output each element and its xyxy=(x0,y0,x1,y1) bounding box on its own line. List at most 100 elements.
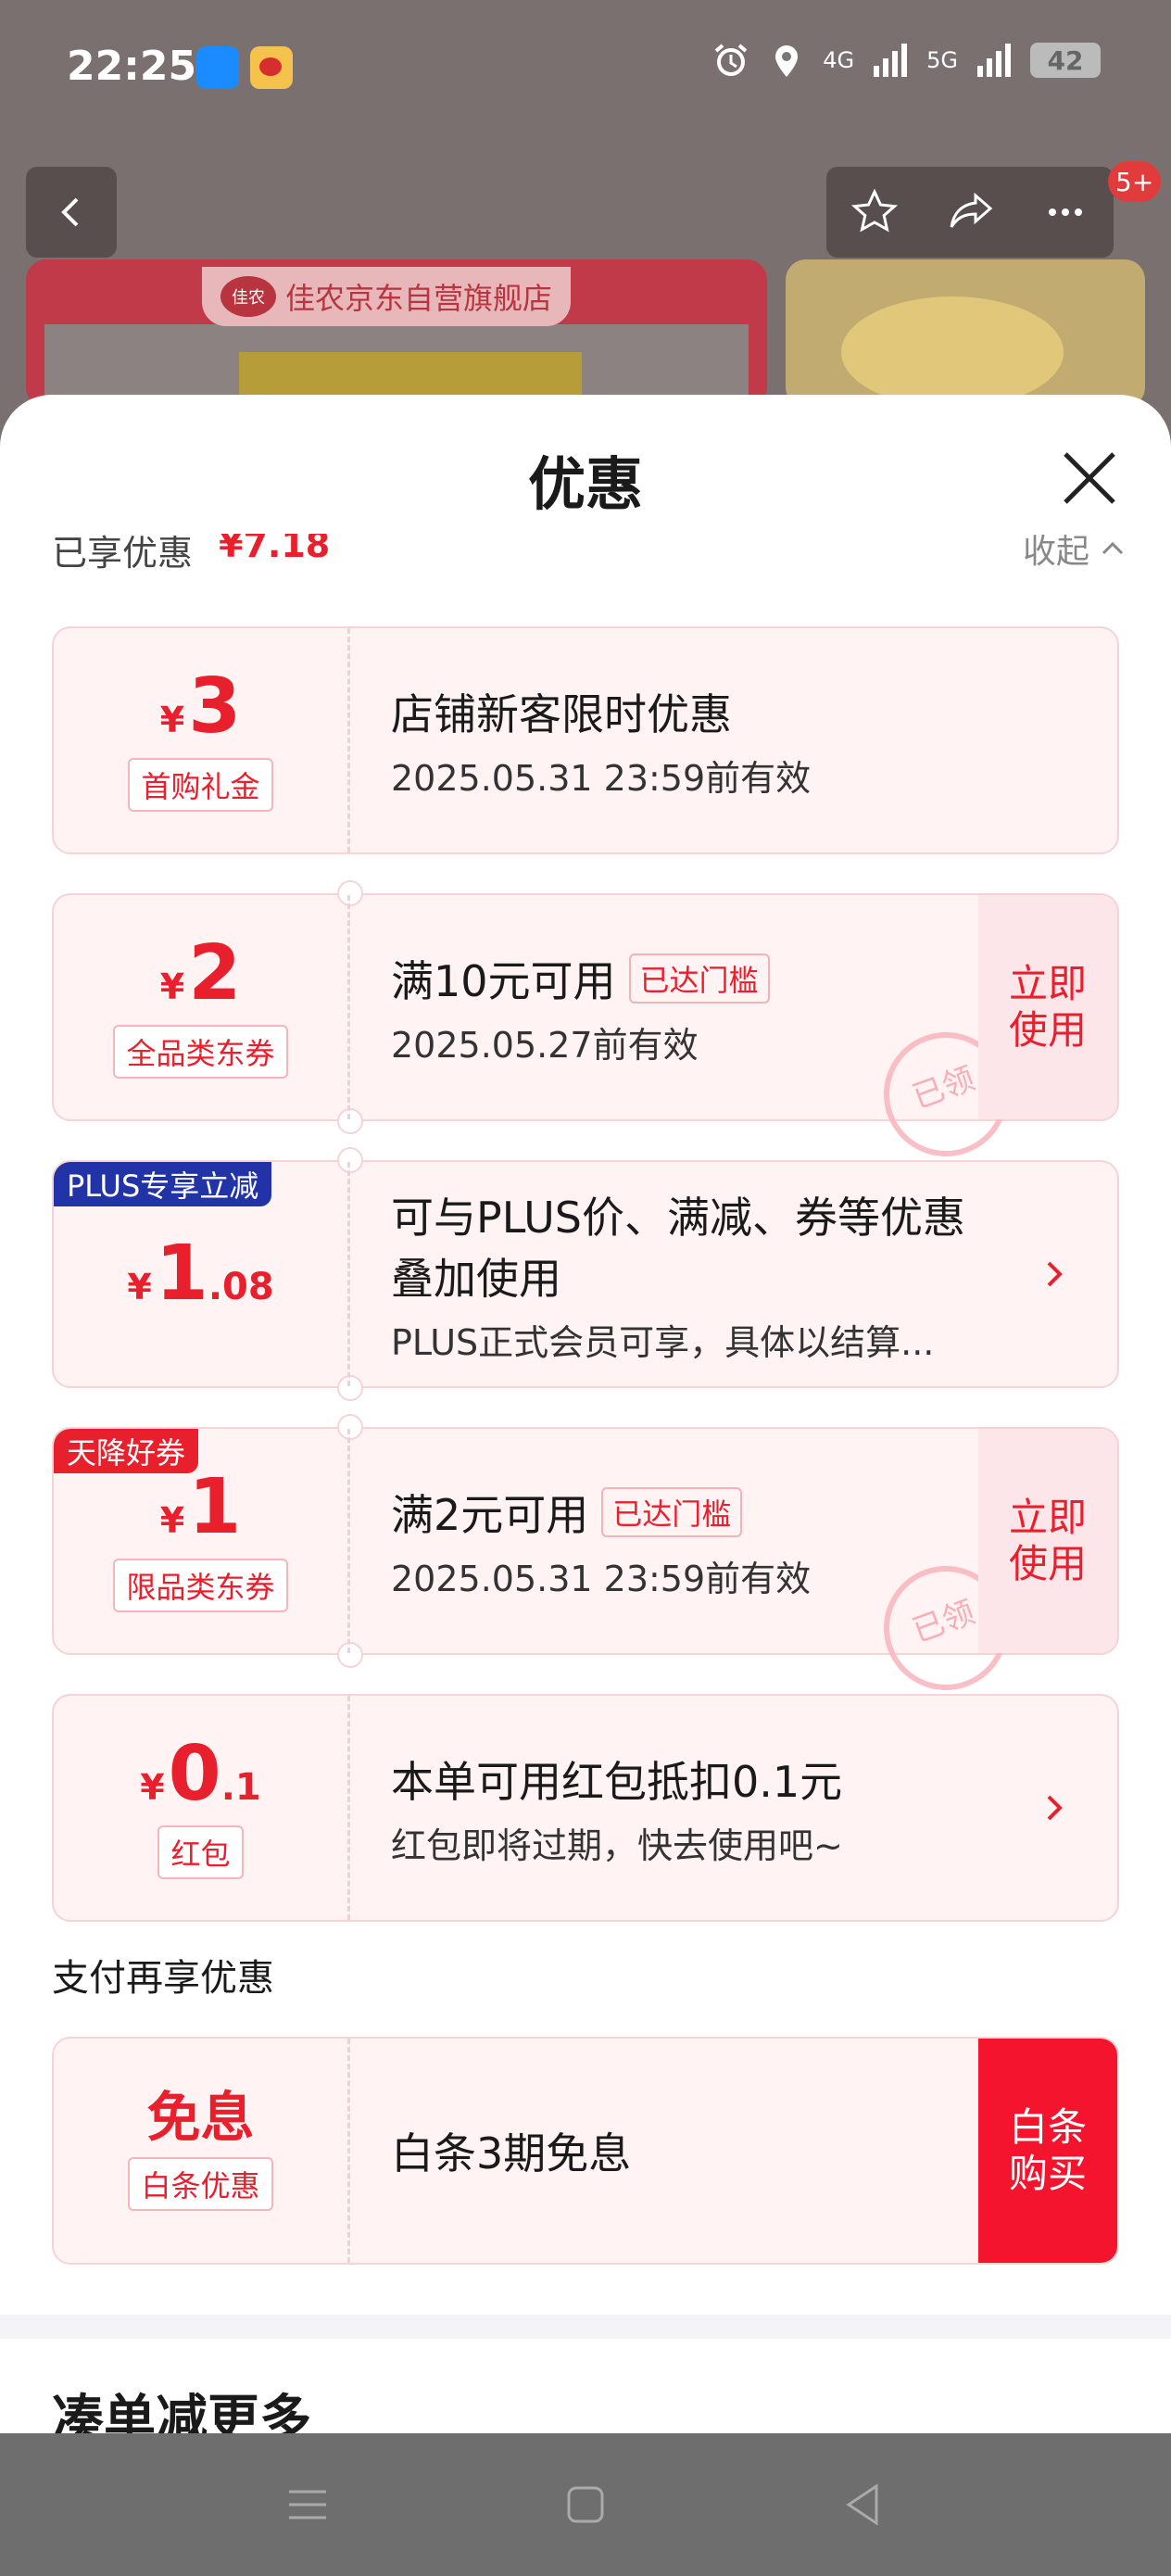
plus-exclusive-tag: PLUS专享立减 xyxy=(54,1162,272,1206)
coupon-validity: 2025.05.31 23:59前有效 xyxy=(391,757,812,799)
network-4g-label: 4G xyxy=(823,47,855,73)
baitiao-buy-button[interactable]: 白条 购买 xyxy=(978,2039,1117,2263)
use-now-button[interactable]: 立即 使用 xyxy=(978,895,1117,1119)
coupon-amount: ¥ 0 .1 xyxy=(140,1736,261,1812)
back-button[interactable] xyxy=(26,167,117,258)
currency-symbol: ¥ xyxy=(159,966,185,1007)
coupon-title-row: 满10元可用 已达门槛 xyxy=(391,948,947,1009)
collapse-label: 收起 xyxy=(1022,534,1089,571)
signal-icon-2 xyxy=(975,41,1014,80)
coupon-type-tag: 红包 xyxy=(157,1825,244,1879)
location-icon xyxy=(767,41,806,80)
chevron-right-icon[interactable] xyxy=(1034,1254,1075,1294)
currency-symbol: ¥ xyxy=(140,1767,165,1808)
coupon-amount: ¥ 1 .08 xyxy=(127,1236,273,1312)
coupon-all-category[interactable]: ¥ 2 全品类东券 满10元可用 已达门槛 2025.05.27前有效 已领 立… xyxy=(52,880,1119,1174)
store-name-tab: 佳农 佳农京东自营旗舰店 xyxy=(202,267,572,326)
store-banner: 佳农 佳农京东自营旗舰店 xyxy=(26,259,767,408)
coupon-validity: 2025.05.31 23:59前有效 xyxy=(391,1558,812,1599)
coupon-title: 本单可用红包抵扣0.1元 xyxy=(391,1756,843,1807)
threshold-reached-badge: 已达门槛 xyxy=(628,953,770,1004)
app-notification-icon xyxy=(196,46,239,89)
coupon-red-packet[interactable]: ¥ 0 .1 红包 本单可用红包抵扣0.1元 红包即将过期，快去使用吧~ xyxy=(52,1694,1119,1922)
section-divider xyxy=(0,2315,1171,2339)
coupon-amount-area: ¥ 2 全品类东券 xyxy=(54,895,350,1119)
back-icon[interactable] xyxy=(836,2477,891,2532)
star-icon[interactable] xyxy=(849,186,900,238)
interest-free-label: 免息 xyxy=(146,2086,255,2149)
currency-symbol: ¥ xyxy=(159,700,185,740)
coupon-type-tag: 全品类东券 xyxy=(113,1025,288,1079)
close-icon[interactable] xyxy=(1056,445,1123,511)
sheet-title: 优惠 xyxy=(527,450,643,518)
screen: { "status_bar": { "time": "22:25", "netw… xyxy=(0,0,1171,2576)
use-now-label: 立即 使用 xyxy=(1008,1494,1087,1586)
amount-integer: 0 xyxy=(168,1730,221,1818)
coupon-validity: 2025.05.27前有效 xyxy=(391,1024,699,1066)
coupon-amount: ¥ 1 xyxy=(160,1470,242,1546)
enjoyed-amount: ¥7.18 xyxy=(219,534,331,565)
alarm-icon xyxy=(711,41,750,80)
coupon-amount: 免息 xyxy=(146,2090,254,2144)
amount-integer: 1 xyxy=(188,1463,242,1551)
home-icon[interactable] xyxy=(558,2477,613,2532)
store-logo: 佳农 xyxy=(220,276,276,317)
coupon-plus-discount[interactable]: ¥ 1 .08 PLUS专享立减 可与PLUS价、满减、券等优惠 叠加使用 PL… xyxy=(52,1147,1119,1401)
coupon-baitiao[interactable]: 免息 白条优惠 白条3期免息 白条 购买 xyxy=(52,2037,1119,2265)
weibo-notification-icon xyxy=(250,46,293,89)
threshold-reached-badge: 已达门槛 xyxy=(601,1486,743,1537)
use-now-button[interactable]: 立即 使用 xyxy=(978,1429,1117,1653)
coupon-type-tag: 首购礼金 xyxy=(128,758,273,812)
status-bar: 22:25 4G 5G 42 xyxy=(0,0,1171,139)
chevron-up-icon xyxy=(1102,541,1124,555)
amount-integer: 3 xyxy=(188,663,242,751)
discount-sheet: 优惠 已享优惠 ¥7.18 收起 ¥ 3 首购礼金 店铺新客限时优惠 2025.… xyxy=(0,395,1171,2576)
chevron-right-icon[interactable] xyxy=(1034,1787,1075,1828)
coupon-title: 可与PLUS价、满减、券等优惠 xyxy=(391,1192,965,1243)
clock: 22:25 xyxy=(67,43,197,90)
product-thumbnail xyxy=(786,259,1145,408)
product-page-background: 5+ 佳农 佳农京东自营旗舰店 xyxy=(0,139,1171,417)
share-icon[interactable] xyxy=(944,186,996,238)
store-name: 佳农京东自营旗舰店 xyxy=(285,281,553,316)
chevron-left-icon xyxy=(61,197,79,227)
coupon-info: 可与PLUS价、满减、券等优惠 叠加使用 PLUS正式会员可享，具体以结算... xyxy=(391,1162,965,1386)
coupon-info: 满2元可用 已达门槛 2025.05.31 23:59前有效 xyxy=(391,1429,947,1653)
coupon-info: 店铺新客限时优惠 2025.05.31 23:59前有效 xyxy=(391,628,947,852)
system-navigation-bar xyxy=(0,2433,1171,2576)
sky-coupon-tag: 天降好券 xyxy=(54,1429,199,1473)
coupon-title-row: 满2元可用 已达门槛 xyxy=(391,1482,947,1543)
coupon-type-tag: 白条优惠 xyxy=(128,2157,273,2211)
collapse-button[interactable]: 收起 xyxy=(1023,534,1127,573)
coupon-title: 满10元可用 xyxy=(391,955,616,1006)
pay-section-label: 支付再享优惠 xyxy=(52,1957,274,2000)
menu-icon[interactable] xyxy=(280,2477,335,2532)
coupon-title: 店铺新客限时优惠 xyxy=(391,688,732,739)
enjoyed-label: 已享优惠 xyxy=(52,534,194,574)
coupon-new-customer[interactable]: ¥ 3 首购礼金 店铺新客限时优惠 2025.05.31 23:59前有效 xyxy=(52,626,1119,854)
network-5g-label: 5G xyxy=(926,47,958,73)
enjoyed-discount-row: 已享优惠 ¥7.18 收起 xyxy=(52,534,1127,580)
coupon-amount-area: 免息 白条优惠 xyxy=(54,2039,350,2263)
currency-symbol: ¥ xyxy=(159,1500,185,1541)
signal-icon xyxy=(871,41,910,80)
amount-decimal: .08 xyxy=(208,1266,274,1308)
status-icons: 4G 5G 42 xyxy=(711,41,1101,80)
more-icon[interactable] xyxy=(1039,186,1091,238)
battery-indicator: 42 xyxy=(1030,43,1101,78)
coupon-description: PLUS正式会员可享，具体以结算... xyxy=(391,1321,935,1363)
use-now-label: 立即 使用 xyxy=(1008,960,1087,1053)
coupon-info: 本单可用红包抵扣0.1元 红包即将过期，快去使用吧~ xyxy=(391,1696,947,1920)
coupon-info: 满10元可用 已达门槛 2025.05.27前有效 xyxy=(391,895,947,1119)
coupon-title: 满2元可用 xyxy=(391,1489,589,1540)
coupon-limited-category[interactable]: ¥ 1 限品类东券 天降好券 满2元可用 已达门槛 2025.05.31 23:… xyxy=(52,1414,1119,1708)
coupon-type-tag: 限品类东券 xyxy=(113,1559,288,1612)
coupon-description: 红包即将过期，快去使用吧~ xyxy=(391,1825,843,1866)
coupon-amount: ¥ 2 xyxy=(160,936,242,1012)
amount-decimal: .1 xyxy=(220,1766,261,1809)
coupon-amount-area: ¥ 0 .1 红包 xyxy=(54,1696,350,1920)
coupon-amount-area: ¥ 3 首购礼金 xyxy=(54,628,350,852)
amount-integer: 1 xyxy=(155,1230,208,1318)
top-action-bar xyxy=(826,167,1114,258)
notification-badge: 5+ xyxy=(1108,161,1162,202)
